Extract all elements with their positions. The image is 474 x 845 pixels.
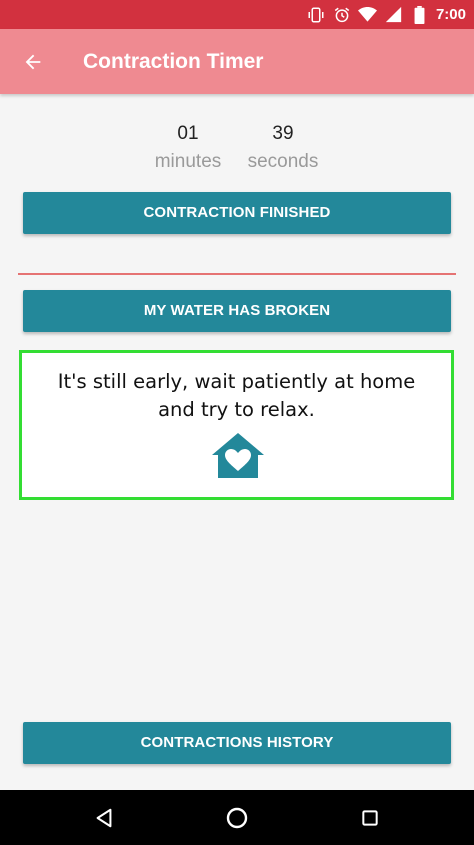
alarm-icon [332, 5, 352, 25]
status-time: 7:00 [435, 6, 466, 23]
status-icons: 7:00 [306, 4, 466, 25]
wifi-icon [358, 5, 378, 25]
vibrate-icon [306, 5, 326, 25]
nav-recent-icon [362, 810, 378, 826]
advice-line-1: It's still early, wait patiently at home [57, 370, 416, 393]
contraction-finished-button[interactable]: CONTRACTION FINISHED [23, 192, 451, 234]
app-bar: Contraction Timer [0, 29, 474, 94]
home-heart-icon [212, 433, 264, 478]
seconds-label: seconds [247, 151, 319, 172]
nav-back-icon [96, 808, 112, 828]
battery-icon [410, 5, 430, 25]
app-title: Contraction Timer [83, 50, 264, 73]
minutes-column: 01 minutes [138, 120, 238, 176]
nav-home-button[interactable] [221, 802, 253, 834]
contractions-history-button[interactable]: CONTRACTIONS HISTORY [23, 722, 451, 764]
advice-text: It's still early, wait patiently at home… [22, 368, 451, 424]
back-button[interactable] [14, 43, 52, 81]
advice-card: It's still early, wait patiently at home… [19, 350, 454, 500]
status-bar: 7:00 [0, 0, 474, 29]
arrow-back-icon [25, 54, 41, 70]
advice-line-2: and try to relax. [158, 398, 315, 421]
divider [18, 273, 456, 275]
seconds-value: 39 [272, 123, 294, 144]
navigation-bar [0, 790, 474, 845]
nav-home-icon [226, 807, 248, 829]
nav-recent-button[interactable] [354, 802, 386, 834]
minutes-value: 01 [177, 123, 199, 144]
signal-icon [384, 5, 404, 25]
timer-display: 01 minutes 39 seconds [0, 120, 474, 180]
minutes-label: minutes [154, 151, 222, 172]
nav-back-button[interactable] [88, 802, 120, 834]
water-broken-button[interactable]: MY WATER HAS BROKEN [23, 290, 451, 332]
seconds-column: 39 seconds [233, 120, 333, 176]
